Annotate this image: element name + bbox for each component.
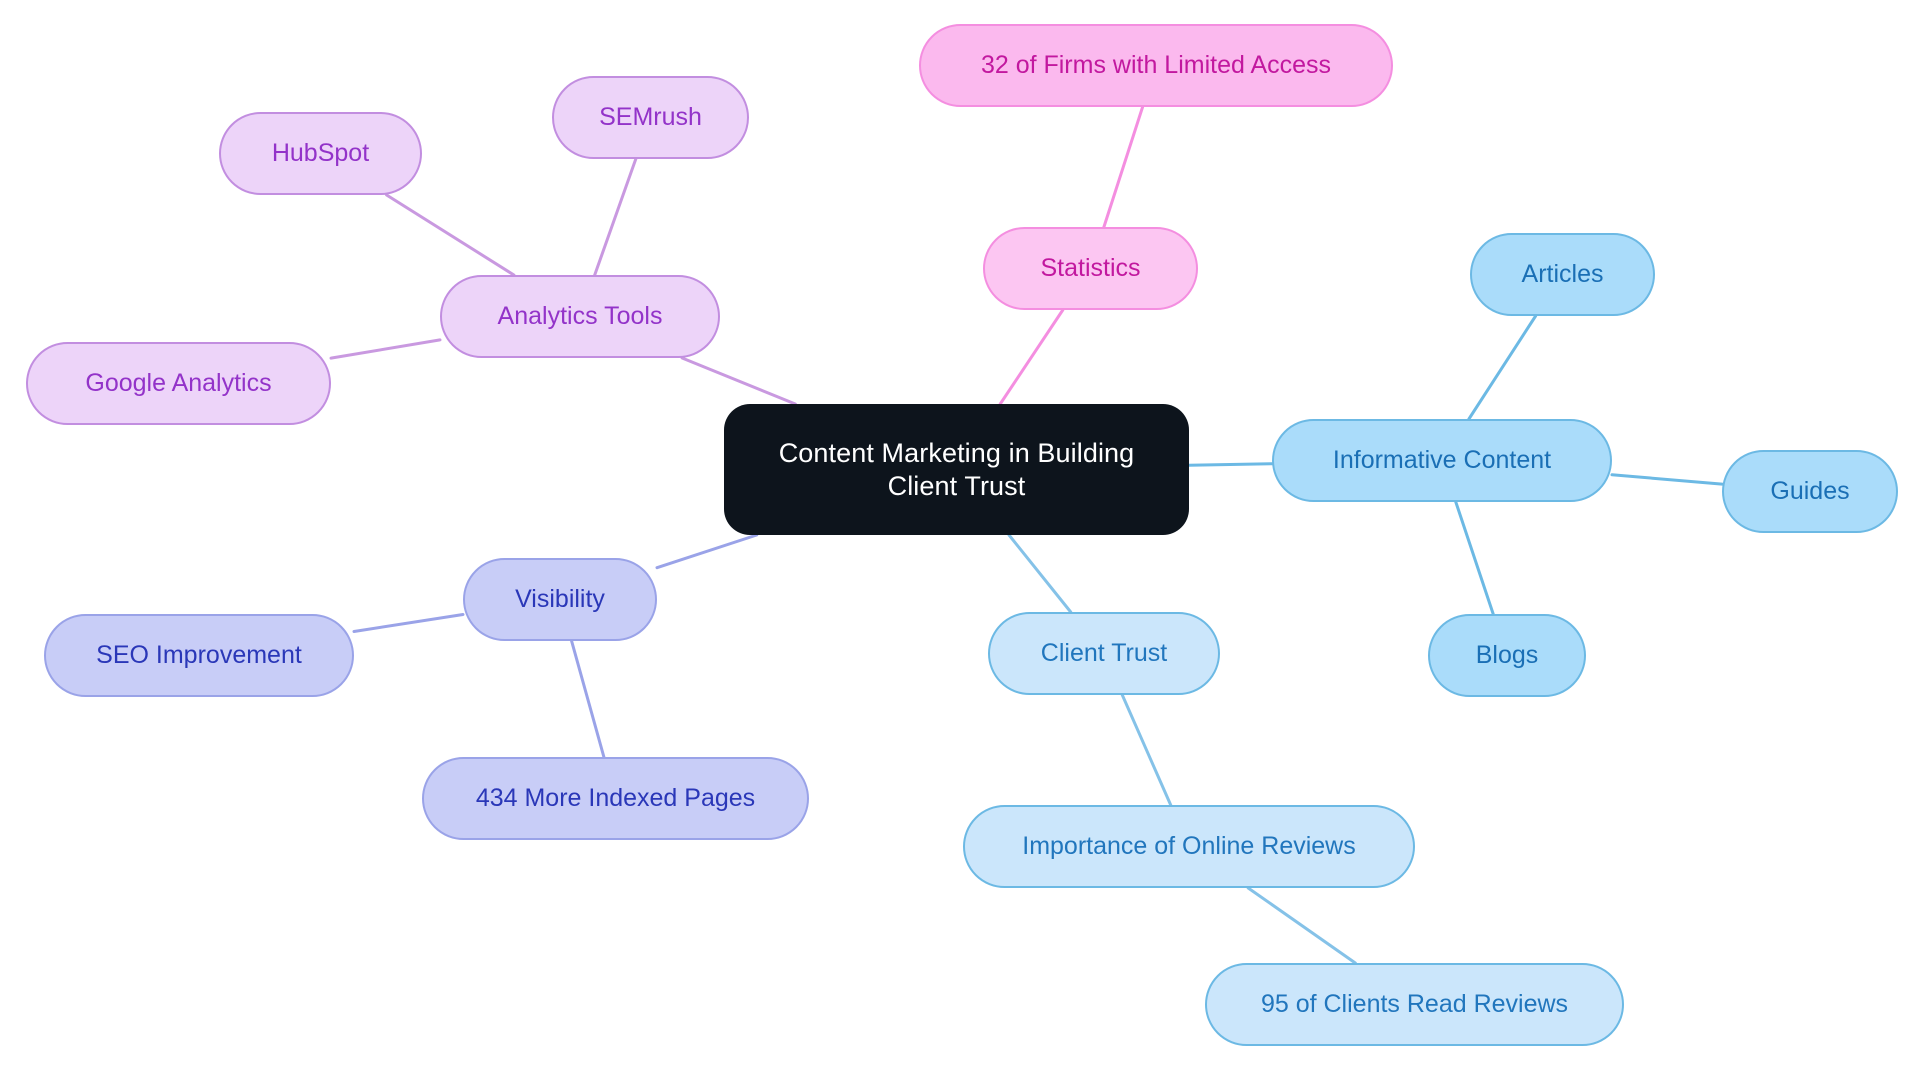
mindmap-node-label: Blogs [1475, 641, 1539, 670]
mindmap-node-label: HubSpot [271, 139, 370, 168]
mindmap-node-root[interactable]: Content Marketing in Building Client Tru… [724, 404, 1189, 535]
edge-root-client-trust [1007, 533, 1073, 614]
edge-client-trust-reviews [1120, 693, 1173, 807]
edge-root-informative [1187, 462, 1274, 467]
edge-visibility-indexed [570, 639, 606, 759]
edge-visibility-seo [352, 613, 465, 633]
edge-root-visibility [655, 533, 759, 570]
mindmap-node-label: SEMrush [599, 103, 702, 132]
mindmap-node-guides[interactable]: Guides [1722, 450, 1898, 533]
edge-informative-guides [1610, 473, 1724, 486]
mindmap-node-label: Google Analytics [85, 369, 272, 398]
mindmap-node-label: Visibility [515, 585, 605, 614]
mindmap-node-label: Statistics [1040, 254, 1141, 283]
edge-root-statistics [998, 308, 1065, 406]
mindmap-node-google-analytics[interactable]: Google Analytics [26, 342, 331, 425]
mindmap-node-label: Analytics Tools [497, 302, 663, 331]
edge-analytics-hubspot [385, 193, 516, 277]
mindmap-node-indexed-pages[interactable]: 434 More Indexed Pages [422, 757, 809, 840]
edge-analytics-semrush [593, 157, 638, 277]
mindmap-node-label: Importance of Online Reviews [1022, 832, 1356, 861]
mindmap-canvas: Content Marketing in Building Client Tru… [0, 0, 1920, 1083]
mindmap-node-label: Informative Content [1332, 446, 1552, 475]
mindmap-node-label: SEO Improvement [96, 641, 302, 670]
mindmap-node-informative-content[interactable]: Informative Content [1272, 419, 1612, 502]
mindmap-node-blogs[interactable]: Blogs [1428, 614, 1586, 697]
mindmap-node-hubspot[interactable]: HubSpot [219, 112, 422, 195]
edge-root-analytics [680, 356, 797, 406]
mindmap-node-label: Guides [1770, 477, 1850, 506]
mindmap-node-statistics[interactable]: Statistics [983, 227, 1198, 310]
mindmap-node-visibility[interactable]: Visibility [463, 558, 657, 641]
mindmap-node-clients-read-reviews[interactable]: 95 of Clients Read Reviews [1205, 963, 1624, 1046]
mindmap-node-label: 95 of Clients Read Reviews [1260, 990, 1569, 1019]
mindmap-node-online-reviews[interactable]: Importance of Online Reviews [963, 805, 1415, 888]
edge-analytics-google [329, 338, 442, 360]
edge-informative-blogs [1454, 500, 1495, 616]
mindmap-node-label: Articles [1521, 260, 1604, 289]
mindmap-node-label: Content Marketing in Building Client Tru… [778, 437, 1135, 501]
mindmap-node-semrush[interactable]: SEMrush [552, 76, 749, 159]
edge-statistics-limited [1102, 105, 1145, 229]
edge-reviews-read [1246, 886, 1357, 965]
mindmap-node-articles[interactable]: Articles [1470, 233, 1655, 316]
mindmap-node-seo-improvement[interactable]: SEO Improvement [44, 614, 354, 697]
mindmap-node-label: 32 of Firms with Limited Access [980, 51, 1332, 80]
mindmap-node-label: Client Trust [1040, 639, 1168, 668]
mindmap-node-label: 434 More Indexed Pages [475, 784, 756, 813]
edge-informative-articles [1467, 314, 1538, 421]
mindmap-node-analytics-tools[interactable]: Analytics Tools [440, 275, 720, 358]
mindmap-node-client-trust[interactable]: Client Trust [988, 612, 1220, 695]
mindmap-node-limited-access[interactable]: 32 of Firms with Limited Access [919, 24, 1393, 107]
